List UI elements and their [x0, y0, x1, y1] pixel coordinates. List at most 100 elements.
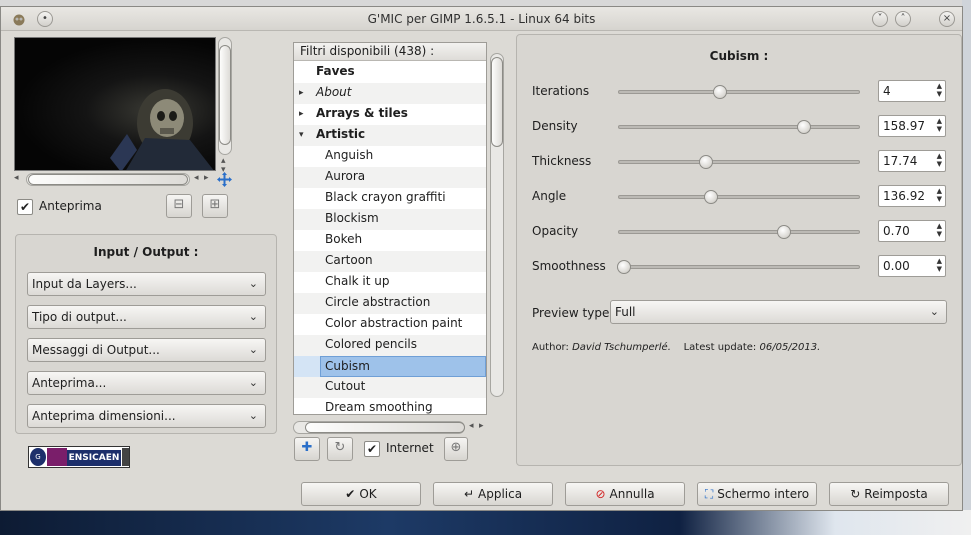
slider-knob[interactable] [713, 85, 727, 99]
expand-icon: ⊕ [450, 440, 462, 455]
param-spinbox-thickness[interactable]: 17.74 ▲ ▼ [878, 150, 946, 172]
filter-category[interactable]: Faves [294, 62, 486, 83]
preview-checkbox-label: Anteprima [39, 199, 102, 213]
output-messages-combo[interactable]: Messaggi di Output... ⌄ [27, 338, 266, 362]
refresh-filters-button[interactable]: ↻ [327, 437, 353, 461]
filter-item[interactable]: Circle abstraction [294, 293, 486, 314]
slider-knob[interactable] [704, 190, 718, 204]
filter-label: Artistic [316, 127, 366, 141]
param-value: 136.92 [883, 189, 925, 203]
zoom-out-button[interactable]: ⊟ [166, 194, 192, 218]
param-slider-smoothness[interactable] [617, 260, 860, 274]
filter-label: Arrays & tiles [316, 106, 408, 120]
param-label-thickness: Thickness [532, 154, 592, 168]
expand-all-button[interactable]: ⊕ [444, 437, 468, 461]
filter-item[interactable]: Dream smoothing [294, 398, 486, 414]
param-label-smoothness: Smoothness [532, 259, 606, 273]
chevron-right-icon[interactable]: ▸ [299, 104, 304, 125]
filter-title: Cubism : [709, 49, 769, 63]
spin-arrows-icon[interactable]: ▲ ▼ [937, 222, 942, 238]
author-line: Author: David Tschumperlé. Latest update… [532, 342, 820, 353]
preview-size-combo[interactable]: Anteprima dimensioni... ⌄ [27, 404, 266, 428]
param-slider-thickness[interactable] [618, 155, 860, 169]
apply-label: Applica [478, 487, 523, 501]
filter-category[interactable]: ▾ Artistic [294, 125, 486, 146]
param-spinbox-angle[interactable]: 136.92 ▲ ▼ [878, 185, 946, 207]
spin-arrows-icon[interactable]: ▲ ▼ [937, 187, 942, 203]
filter-item[interactable]: Anguish [294, 146, 486, 167]
param-spinbox-opacity[interactable]: 0.70 ▲ ▼ [878, 220, 946, 242]
chevron-down-icon[interactable]: ▾ [299, 125, 304, 146]
slider-knob[interactable] [699, 155, 713, 169]
param-value: 4 [883, 84, 891, 98]
filter-item[interactable]: Cutout [294, 377, 486, 398]
preview-mode-combo[interactable]: Anteprima... ⌄ [27, 371, 266, 395]
spin-arrows-icon[interactable]: ▲ ▼ [937, 82, 942, 98]
param-spinbox-density[interactable]: 158.97 ▲ ▼ [878, 115, 946, 137]
filter-category[interactable]: ▸ Arrays & tiles [294, 104, 486, 125]
filter-item[interactable]: Chalk it up [294, 272, 486, 293]
window-title: G'MIC per GIMP 1.6.5.1 - Linux 64 bits [367, 12, 596, 26]
ok-button[interactable]: ✔ OK [301, 482, 421, 506]
spin-arrows-icon[interactable]: ▲ ▼ [937, 152, 942, 168]
param-slider-angle[interactable] [618, 190, 860, 204]
chevron-right-icon[interactable]: ▸ [299, 83, 304, 104]
zoom-in-button[interactable]: ⊞ [202, 194, 228, 218]
fullscreen-label: Schermo intero [717, 487, 810, 501]
output-mode-combo[interactable]: Tipo di output... ⌄ [27, 305, 266, 329]
input-layers-combo[interactable]: Input da Layers... ⌄ [27, 272, 266, 296]
filter-horizontal-scrollbar[interactable]: ◂ ▸ [293, 421, 487, 435]
filter-item[interactable]: Cartoon [294, 251, 486, 272]
add-fave-button[interactable]: ✚ [294, 437, 320, 461]
filter-item[interactable]: Cubism [294, 356, 486, 377]
internet-checkbox[interactable]: ✔ [364, 441, 380, 457]
filter-item[interactable]: Aurora [294, 167, 486, 188]
cancel-icon: ⊘ [595, 487, 606, 501]
filter-settings-panel: Cubism : Iterations 4 ▲ ▼ Density 158.97 ▲ ▼ Thi… [516, 34, 962, 466]
filter-category[interactable]: ▸ About [294, 83, 486, 104]
param-spinbox-smoothness[interactable]: 0.00 ▲ ▼ [878, 255, 946, 277]
param-value: 158.97 [883, 119, 925, 133]
check-icon: ✔ [345, 487, 356, 501]
filter-tree[interactable]: Filtri disponibili (438) : Faves ▸ About ▸ A… [293, 42, 487, 415]
cancel-label: Annulla [609, 487, 655, 501]
param-value: 17.74 [883, 154, 918, 168]
title-bar[interactable]: • G'MIC per GIMP 1.6.5.1 - Linux 64 bits… [1, 7, 962, 31]
param-slider-density[interactable] [618, 120, 860, 134]
minimize-button[interactable]: ˅ [872, 11, 888, 27]
filter-item[interactable]: Color abstraction paint [294, 314, 486, 335]
spin-arrows-icon[interactable]: ▲ ▼ [937, 257, 942, 273]
param-label-angle: Angle [532, 189, 567, 203]
cancel-button[interactable]: ⊘ Annulla [565, 482, 685, 506]
preview-image[interactable] [14, 37, 216, 171]
filter-item[interactable]: Blockism [294, 209, 486, 230]
filter-item[interactable]: Black crayon graffiti [294, 188, 486, 209]
update-date: 06/05/2013. [759, 342, 821, 353]
apply-button[interactable]: ↵ Applica [433, 482, 553, 506]
reset-button[interactable]: ↻ Reimposta [829, 482, 949, 506]
filter-item[interactable]: Bokeh [294, 230, 486, 251]
close-button[interactable]: × [939, 11, 955, 27]
filter-vertical-scrollbar[interactable] [490, 53, 504, 397]
filter-label: Bokeh [325, 232, 363, 246]
preview-type-combo[interactable]: Full ⌄ [610, 300, 947, 324]
preview-checkbox[interactable]: ✔ [17, 199, 33, 215]
slider-knob[interactable] [797, 120, 811, 134]
move-icon[interactable] [217, 172, 232, 187]
slider-knob[interactable] [617, 260, 631, 274]
param-slider-opacity[interactable] [618, 225, 860, 239]
fullscreen-button[interactable]: ⛶ Schermo intero [697, 482, 817, 506]
preview-horizontal-scrollbar[interactable]: ◂ ◂ ▸ [14, 172, 232, 187]
preview-type-value: Full [615, 305, 636, 319]
param-label-opacity: Opacity [532, 224, 579, 238]
filter-item[interactable]: Colored pencils [294, 335, 486, 356]
maximize-button[interactable]: ˄ [895, 11, 911, 27]
param-slider-iterations[interactable] [618, 85, 860, 99]
internet-checkbox-label: Internet [386, 441, 434, 455]
preview-vertical-scrollbar[interactable]: ▴ ▾ [218, 37, 232, 177]
greyc-ensicaen-logo[interactable]: G ENSICAEN [28, 446, 130, 468]
slider-knob[interactable] [777, 225, 791, 239]
param-spinbox-iterations[interactable]: 4 ▲ ▼ [878, 80, 946, 102]
apply-arrow-icon: ↵ [463, 487, 474, 501]
spin-arrows-icon[interactable]: ▲ ▼ [937, 117, 942, 133]
